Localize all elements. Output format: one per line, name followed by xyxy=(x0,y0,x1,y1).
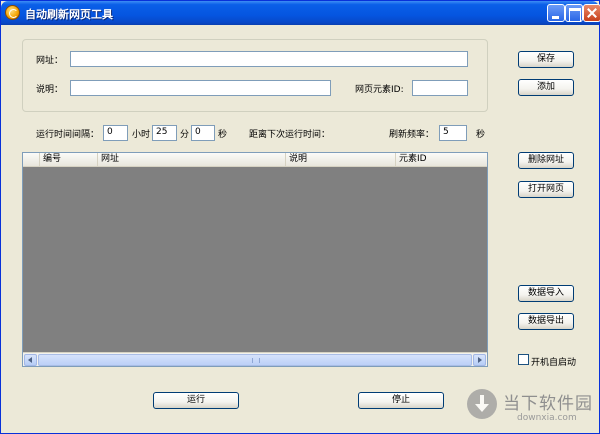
element-id-label: 网页元素ID: xyxy=(355,85,404,95)
url-label: 网址： xyxy=(36,56,64,66)
url-input[interactable] xyxy=(70,51,468,67)
scroll-left-icon[interactable] xyxy=(24,354,37,366)
url-form-group xyxy=(22,39,488,112)
autostart-checkbox[interactable] xyxy=(518,354,529,365)
run-button[interactable]: 运行 xyxy=(153,392,239,409)
element-id-input[interactable] xyxy=(412,80,468,96)
app-window: 自动刷新网页工具 网址： 说明： 网页元素ID: 保存 添加 运行时间间隔： 0… xyxy=(0,0,600,434)
column-header-blank[interactable] xyxy=(23,153,40,167)
column-header-description[interactable]: 说明 xyxy=(286,153,396,167)
seconds-unit: 秒 xyxy=(218,130,228,140)
window-title: 自动刷新网页工具 xyxy=(25,8,113,21)
refresh-rate-unit: 秒 xyxy=(476,130,486,140)
seconds-input[interactable]: 0 xyxy=(191,125,215,141)
delete-url-button[interactable]: 删除网址 xyxy=(518,152,574,169)
column-header-url[interactable]: 网址 xyxy=(98,153,286,167)
title-bar[interactable]: 自动刷新网页工具 xyxy=(1,1,600,25)
refresh-rate-input[interactable]: 5 xyxy=(439,125,467,141)
description-input[interactable] xyxy=(70,80,331,96)
import-data-button[interactable]: 数据导入 xyxy=(518,285,574,302)
scrollbar-thumb[interactable] xyxy=(38,354,472,366)
download-arrow-icon xyxy=(467,389,497,419)
export-data-button[interactable]: 数据导出 xyxy=(518,313,574,330)
save-button[interactable]: 保存 xyxy=(518,51,574,68)
horizontal-scrollbar[interactable] xyxy=(23,352,487,366)
list-header: 编号 网址 说明 元素ID xyxy=(23,153,487,167)
stop-button[interactable]: 停止 xyxy=(358,392,444,409)
open-page-button[interactable]: 打开网页 xyxy=(518,181,574,198)
watermark-url: downxia.com xyxy=(517,413,577,423)
description-label: 说明： xyxy=(36,85,64,95)
minimize-button[interactable] xyxy=(547,4,565,22)
column-header-element-id[interactable]: 元素ID xyxy=(396,153,487,167)
minutes-input[interactable]: 25 xyxy=(152,125,177,141)
watermark-text: 当下软件园 xyxy=(503,394,593,414)
scroll-right-icon[interactable] xyxy=(473,354,486,366)
grip-icon xyxy=(252,358,260,363)
maximize-button[interactable] xyxy=(565,4,583,22)
hours-unit: 小时 xyxy=(132,130,151,140)
app-refresh-icon xyxy=(5,5,20,20)
minutes-unit: 分 xyxy=(180,130,190,140)
column-header-number[interactable]: 编号 xyxy=(40,153,98,167)
hours-input[interactable]: 0 xyxy=(103,125,128,141)
autostart-label: 开机自启动 xyxy=(531,358,577,368)
watermark: 当下软件园 downxia.com xyxy=(465,387,595,431)
close-button[interactable] xyxy=(583,4,600,22)
url-list[interactable]: 编号 网址 说明 元素ID xyxy=(22,152,488,367)
next-run-label: 距离下次运行时间： xyxy=(249,130,331,140)
interval-label: 运行时间间隔： xyxy=(36,130,100,140)
refresh-rate-label: 刷新频率： xyxy=(389,130,435,140)
add-button[interactable]: 添加 xyxy=(518,79,574,96)
